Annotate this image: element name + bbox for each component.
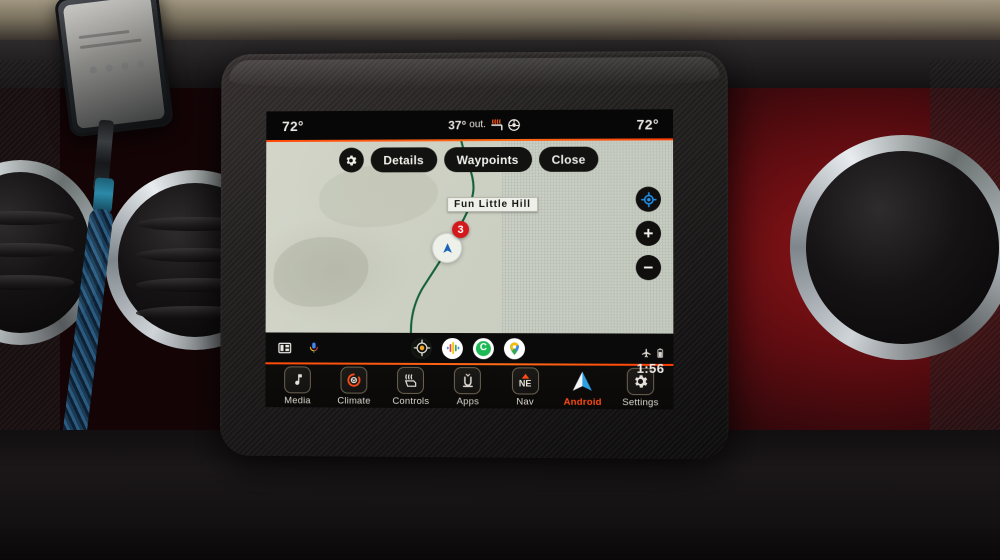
- driver-temperature[interactable]: 72°: [282, 118, 304, 134]
- phone-icon: C: [475, 340, 491, 356]
- uconnect-bottom-bar: 1:56 Media Climate Controls Apps NE Nav …: [265, 364, 674, 410]
- google-assistant-app[interactable]: [441, 337, 463, 359]
- infotainment-head-unit: 72° 37° out. 72° Details Waypoints Close…: [219, 50, 729, 460]
- bottom-item-controls[interactable]: Controls: [384, 365, 438, 407]
- nav-tile: NE: [511, 367, 539, 395]
- system-status-group: 1:56: [636, 348, 665, 377]
- bottom-item-apps[interactable]: Apps: [441, 365, 495, 407]
- bottom-label-media: Media: [284, 395, 311, 407]
- map-toolbar: Details Waypoints Close: [266, 146, 673, 173]
- google-maps-app[interactable]: [503, 337, 526, 359]
- car-interior-scene: 72° 37° out. 72° Details Waypoints Close…: [0, 0, 1000, 560]
- vehicle-controls-icon: [405, 374, 417, 387]
- bezel-highlight: [229, 56, 720, 90]
- heated-seat-icon[interactable]: [489, 118, 504, 132]
- bottom-item-android[interactable]: Android: [555, 365, 609, 408]
- bottom-label-android: Android: [563, 396, 602, 409]
- assistant-mic-icon[interactable]: [308, 340, 320, 356]
- outside-temperature: 37°: [448, 117, 467, 132]
- navigation-compass-app[interactable]: [411, 337, 432, 359]
- clock: 1:56: [636, 360, 665, 377]
- climate-tile: [340, 366, 368, 394]
- bottom-label-apps: Apps: [456, 396, 480, 408]
- passenger-temperature[interactable]: 72°: [637, 116, 659, 132]
- controls-tile: [397, 366, 425, 394]
- media-tile: [284, 366, 311, 394]
- map-settings-button[interactable]: [338, 147, 364, 173]
- status-icons: [637, 348, 665, 359]
- phone-screen: [62, 0, 166, 129]
- apps-tile: [454, 367, 482, 395]
- details-button[interactable]: Details: [370, 147, 437, 173]
- recenter-icon: [640, 191, 656, 207]
- gear-icon: [346, 155, 357, 166]
- vent-interior: [806, 151, 999, 344]
- bottom-item-media[interactable]: Media: [271, 364, 324, 406]
- battery-icon: [656, 348, 664, 359]
- zoom-in-button[interactable]: +: [635, 220, 662, 246]
- compass-icon: [413, 339, 430, 357]
- outside-label: out.: [469, 119, 486, 131]
- bottom-label-settings: Settings: [622, 397, 659, 409]
- map-controls: + −: [635, 186, 662, 281]
- zoom-out-button[interactable]: −: [635, 255, 662, 281]
- android-auto-tile: [569, 368, 596, 395]
- climate-status-bar: 72° 37° out. 72°: [266, 109, 674, 141]
- music-note-icon: [295, 374, 302, 385]
- nav-heading: NE: [518, 378, 532, 389]
- phone-mount: [53, 0, 175, 138]
- airplane-mode-icon: [641, 348, 651, 358]
- maps-pin-icon: [510, 341, 519, 355]
- waypoints-button[interactable]: Waypoints: [443, 146, 532, 173]
- waypoint-count-badge[interactable]: 3: [452, 221, 470, 239]
- taskbar-left-group: [277, 339, 319, 355]
- touchscreen-display[interactable]: 72° 37° out. 72° Details Waypoints Close…: [265, 109, 674, 410]
- uconnect-u-icon: [462, 373, 473, 387]
- bottom-item-climate[interactable]: Climate: [327, 365, 381, 407]
- outside-climate-group: 37° out.: [448, 118, 521, 132]
- air-vent-right: [790, 135, 1000, 360]
- fan-icon: [346, 372, 363, 389]
- place-label[interactable]: Fun Little Hill: [447, 196, 538, 213]
- phone-app[interactable]: C: [472, 337, 494, 359]
- map-canvas[interactable]: Details Waypoints Close Fun Little Hill …: [265, 140, 674, 334]
- bottom-label-climate: Climate: [337, 395, 371, 407]
- android-auto-taskbar: C: [265, 332, 674, 364]
- bottom-item-nav[interactable]: NE Nav: [498, 365, 552, 408]
- aux-cable-collar: [92, 177, 115, 213]
- taskbar-app-icons: C: [411, 337, 526, 359]
- recenter-button[interactable]: [635, 186, 662, 212]
- assistant-waveform-icon: [446, 341, 459, 354]
- bottom-label-nav: Nav: [516, 396, 534, 408]
- heated-steering-wheel-icon[interactable]: [507, 118, 521, 132]
- split-screen-icon[interactable]: [277, 340, 292, 355]
- bottom-label-controls: Controls: [392, 395, 430, 408]
- navigation-arrow-icon: [443, 243, 452, 254]
- close-button[interactable]: Close: [538, 146, 599, 172]
- android-auto-icon: [573, 371, 593, 391]
